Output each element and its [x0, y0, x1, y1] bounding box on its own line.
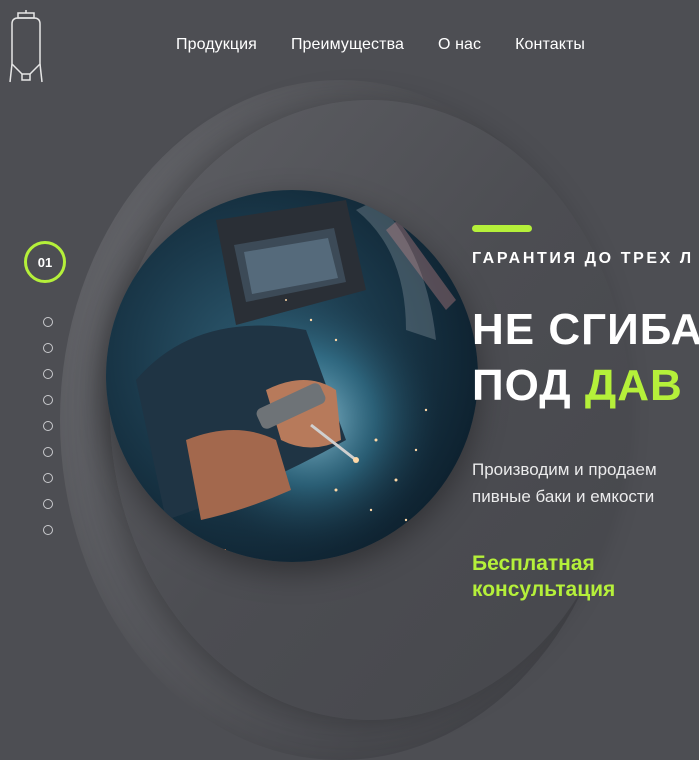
headline-line-2: ПОД ДАВ: [472, 358, 699, 414]
headline-line-2-accent: ДАВ: [584, 361, 683, 410]
free-consultation-link[interactable]: Бесплатная консультация: [472, 551, 615, 603]
hero-headline: НЕ СГИБА ПОД ДАВ: [472, 302, 699, 414]
slide-dot[interactable]: [43, 473, 53, 483]
hero-image-welder: [106, 190, 478, 562]
nav-item-products[interactable]: Продукция: [176, 36, 257, 54]
hero-description: Производим и продаем пивные баки и емкос…: [472, 456, 657, 510]
logo-tank-icon[interactable]: [8, 10, 44, 84]
slide-dot[interactable]: [43, 343, 53, 353]
cta-line-2: консультация: [472, 578, 616, 601]
slide-dot[interactable]: [43, 447, 53, 457]
nav-item-advantages[interactable]: Преимущества: [291, 36, 404, 54]
nav-item-about[interactable]: О нас: [438, 36, 481, 54]
description-line-2: пивные баки и емкости: [472, 487, 655, 506]
slider-pagination: 01: [24, 241, 74, 283]
cta-line-1: Бесплатная: [472, 552, 595, 575]
slide-dot[interactable]: [43, 395, 53, 405]
slide-dot[interactable]: [43, 525, 53, 535]
headline-line-1: НЕ СГИБА: [472, 305, 699, 354]
slide-indicator-active[interactable]: 01: [24, 241, 66, 283]
hero-subtitle: ГАРАНТИЯ ДО ТРЕХ Л: [472, 250, 694, 267]
slide-dot[interactable]: [43, 317, 53, 327]
nav-item-contacts[interactable]: Контакты: [515, 36, 585, 54]
headline-line-2-prefix: ПОД: [472, 361, 585, 410]
accent-bar: [472, 225, 532, 232]
slider-dots: [43, 317, 53, 551]
slide-dot[interactable]: [43, 421, 53, 431]
main-nav: Продукция Преимущества О нас Контакты: [176, 36, 585, 54]
slide-dot[interactable]: [43, 369, 53, 379]
slide-dot[interactable]: [43, 499, 53, 509]
description-line-1: Производим и продаем: [472, 460, 657, 479]
